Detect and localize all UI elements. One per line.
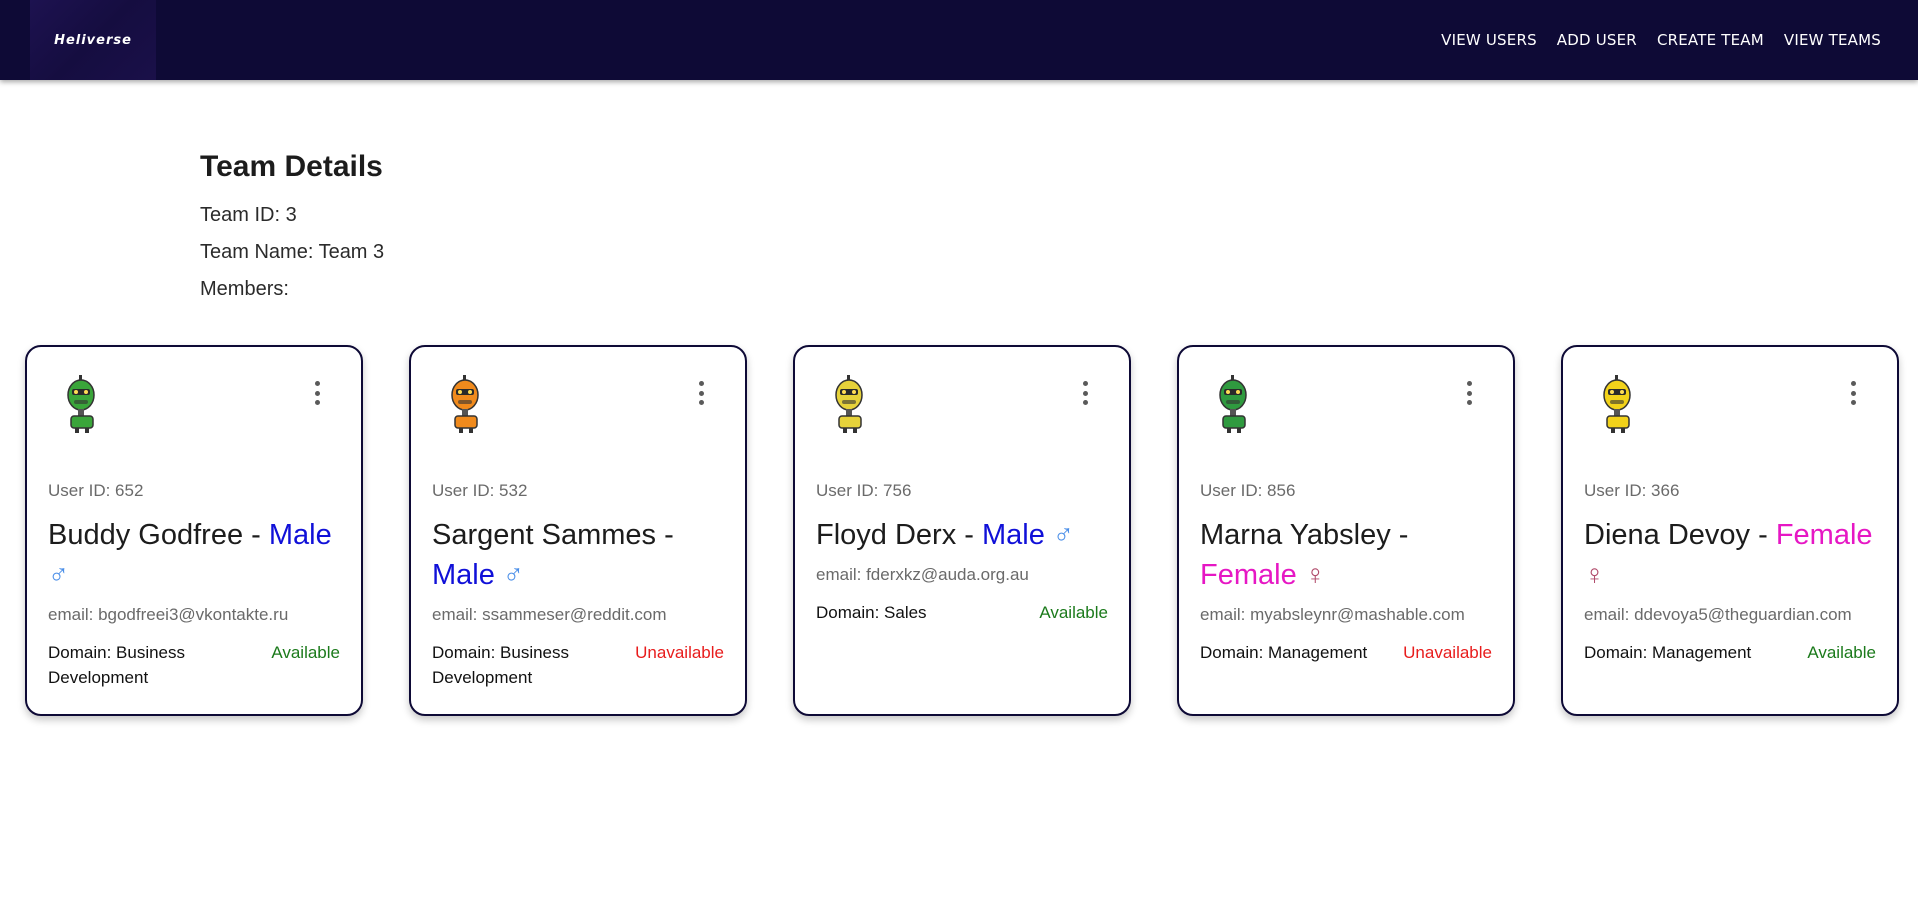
more-options-icon[interactable]: [695, 381, 707, 405]
availability-status: Available: [271, 643, 340, 662]
team-id: Team ID: 3: [200, 204, 297, 226]
robot-avatar: [1603, 375, 1631, 433]
user-domain: Domain: Business Development: [48, 643, 186, 687]
top-navbar: Heliverse VIEW USERS ADD USER CREATE TEA…: [0, 0, 1918, 80]
member-card: User ID: 856 Marna Yabsley - Female ♀ em…: [1177, 345, 1515, 716]
more-options-icon[interactable]: [311, 381, 323, 405]
user-name: Sargent Sammes - Male ♂: [432, 515, 724, 595]
logo-text: Heliverse: [54, 32, 132, 48]
members-label: Members:: [200, 278, 289, 300]
member-card: User ID: 652 Buddy Godfree - Male ♂ emai…: [25, 345, 363, 716]
gender-icon: ♂: [48, 559, 69, 590]
user-name: Marna Yabsley - Female ♀: [1200, 515, 1492, 595]
user-domain: Domain: Business Development: [432, 643, 570, 687]
gender-label: Male: [268, 519, 332, 551]
heliverse-logo[interactable]: Heliverse: [30, 0, 156, 80]
availability-status: Unavailable: [1403, 643, 1492, 662]
team-details-heading: Team Details: [200, 150, 383, 183]
member-card: User ID: 756 Floyd Derx - Male ♂ email: …: [793, 345, 1131, 716]
gender-label: Male: [981, 519, 1045, 551]
user-name-text: Marna Yabsley -: [1200, 519, 1409, 551]
more-options-icon[interactable]: [1847, 381, 1859, 405]
user-name: Floyd Derx - Male ♂: [816, 515, 1108, 555]
user-name-text: Buddy Godfree -: [48, 519, 261, 551]
robot-avatar: [451, 375, 479, 433]
team-name: Team Name: Team 3: [200, 241, 385, 263]
team-details: Team Details Team ID: 3 Team Name: Team …: [200, 150, 384, 308]
availability-status: Available: [1807, 643, 1876, 662]
nav-create-team[interactable]: CREATE TEAM: [1657, 31, 1764, 49]
user-domain: Domain: Management: [1200, 643, 1368, 662]
more-options-icon[interactable]: [1079, 381, 1091, 405]
user-name: Diena Devoy - Female ♀: [1584, 515, 1876, 595]
member-cards: User ID: 652 Buddy Godfree - Male ♂ emai…: [25, 345, 1899, 716]
availability-status: Unavailable: [635, 643, 724, 662]
availability-status: Available: [1039, 603, 1108, 622]
gender-icon: ♂: [502, 559, 524, 590]
member-card: User ID: 366 Diena Devoy - Female ♀ emai…: [1561, 345, 1899, 716]
gender-label: Female: [1775, 519, 1873, 551]
more-options-icon[interactable]: [1463, 381, 1475, 405]
user-email: email: fderxkz@auda.org.au: [816, 565, 1029, 584]
robot-avatar: [1219, 375, 1247, 433]
user-domain: Domain: Sales: [816, 603, 927, 622]
user-name-text: Diena Devoy -: [1584, 519, 1768, 551]
member-card: User ID: 532 Sargent Sammes - Male ♂ ema…: [409, 345, 747, 716]
user-id: User ID: 532: [432, 481, 528, 500]
gender-icon: ♀: [1304, 559, 1326, 590]
gender-icon: ♂: [1052, 519, 1074, 550]
user-id: User ID: 366: [1584, 481, 1680, 500]
gender-icon: ♀: [1584, 559, 1605, 590]
user-id: User ID: 856: [1200, 481, 1296, 500]
user-email: email: bgodfreei3@vkontakte.ru: [48, 605, 289, 624]
user-name-text: Sargent Sammes -: [432, 519, 674, 551]
user-email: email: ssammeser@reddit.com: [432, 605, 667, 624]
user-domain: Domain: Management: [1584, 643, 1752, 662]
user-email: email: myabsleynr@mashable.com: [1200, 605, 1465, 624]
user-id: User ID: 756: [816, 481, 912, 500]
gender-label: Male: [432, 559, 495, 591]
nav-view-teams[interactable]: VIEW TEAMS: [1784, 31, 1881, 49]
gender-label: Female: [1200, 559, 1297, 591]
nav-add-user[interactable]: ADD USER: [1557, 31, 1637, 49]
user-email: email: ddevoya5@theguardian.com: [1584, 605, 1852, 624]
robot-avatar: [835, 375, 863, 433]
nav-links: VIEW USERS ADD USER CREATE TEAM VIEW TEA…: [1441, 0, 1881, 80]
nav-view-users[interactable]: VIEW USERS: [1441, 31, 1537, 49]
user-name: Buddy Godfree - Male ♂: [48, 515, 340, 595]
robot-avatar: [67, 375, 95, 433]
user-id: User ID: 652: [48, 481, 144, 500]
user-name-text: Floyd Derx -: [816, 519, 974, 551]
